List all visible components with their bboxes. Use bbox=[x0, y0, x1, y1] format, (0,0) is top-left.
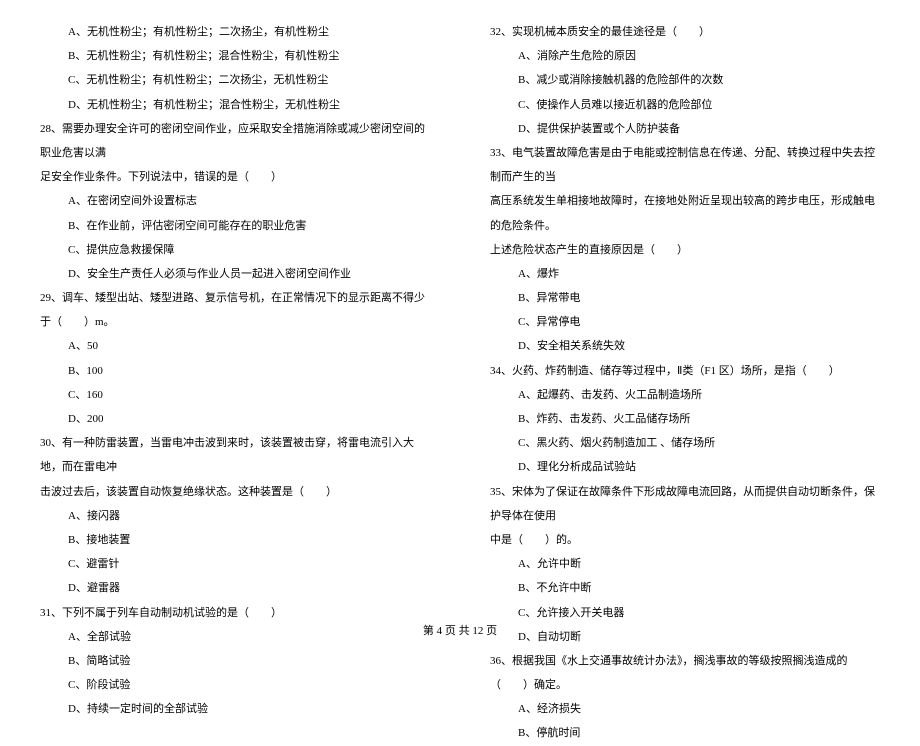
right-column: 32、实现机械本质安全的最佳途径是（ ）A、消除产生危险的原因B、减少或消除接触… bbox=[490, 20, 880, 600]
question-line: 32、实现机械本质安全的最佳途径是（ ） bbox=[490, 20, 880, 44]
answer-option: B、在作业前，评估密闭空间可能存在的职业危害 bbox=[40, 214, 430, 238]
answer-option: C、160 bbox=[40, 383, 430, 407]
answer-option: A、50 bbox=[40, 334, 430, 358]
answer-option: A、经济损失 bbox=[490, 697, 880, 721]
answer-option: C、黑火药、烟火药制造加工 、储存场所 bbox=[490, 431, 880, 455]
page-footer: 第 4 页 共 12 页 bbox=[0, 622, 920, 638]
question-line: 击波过去后，该装置自动恢复绝缘状态。这种装置是（ ） bbox=[40, 480, 430, 504]
answer-option: A、无机性粉尘；有机性粉尘；二次扬尘，有机性粉尘 bbox=[40, 20, 430, 44]
question-line: 30、有一种防雷装置，当雷电冲击波到来时，该装置被击穿，将雷电流引入大地，而在雷… bbox=[40, 431, 430, 479]
answer-option: B、停航时间 bbox=[490, 721, 880, 745]
answer-option: A、允许中断 bbox=[490, 552, 880, 576]
question-line: 34、火药、炸药制造、储存等过程中，Ⅱ类（F1 区）场所，是指（ ） bbox=[490, 359, 880, 383]
answer-option: B、简略试验 bbox=[40, 649, 430, 673]
answer-option: A、爆炸 bbox=[490, 262, 880, 286]
answer-option: C、使操作人员难以接近机器的危险部位 bbox=[490, 93, 880, 117]
question-line: 28、需要办理安全许可的密闭空间作业，应采取安全措施消除或减少密闭空间的职业危害… bbox=[40, 117, 430, 165]
answer-option: A、在密闭空间外设置标志 bbox=[40, 189, 430, 213]
answer-option: B、异常带电 bbox=[490, 286, 880, 310]
answer-option: D、安全生产责任人必须与作业人员一起进入密闭空间作业 bbox=[40, 262, 430, 286]
question-line: 高压系统发生单相接地故障时，在接地处附近呈现出较高的跨步电压，形成触电的危险条件… bbox=[490, 189, 880, 237]
answer-option: C、避雷针 bbox=[40, 552, 430, 576]
answer-option: D、200 bbox=[40, 407, 430, 431]
answer-option: D、提供保护装置或个人防护装备 bbox=[490, 117, 880, 141]
question-line: 足安全作业条件。下列说法中，错误的是（ ） bbox=[40, 165, 430, 189]
page-content: A、无机性粉尘；有机性粉尘；二次扬尘，有机性粉尘B、无机性粉尘；有机性粉尘；混合… bbox=[40, 20, 880, 600]
answer-option: B、不允许中断 bbox=[490, 576, 880, 600]
left-column: A、无机性粉尘；有机性粉尘；二次扬尘，有机性粉尘B、无机性粉尘；有机性粉尘；混合… bbox=[40, 20, 430, 600]
answer-option: C、提供应急救援保障 bbox=[40, 238, 430, 262]
answer-option: D、理化分析成品试验站 bbox=[490, 455, 880, 479]
question-line: 29、调车、矮型出站、矮型进路、复示信号机，在正常情况下的显示距离不得少于（ ）… bbox=[40, 286, 430, 334]
question-line: 33、电气装置故障危害是由于电能或控制信息在传递、分配、转换过程中失去控制而产生… bbox=[490, 141, 880, 189]
answer-option: B、无机性粉尘；有机性粉尘；混合性粉尘，有机性粉尘 bbox=[40, 44, 430, 68]
answer-option: A、接闪器 bbox=[40, 504, 430, 528]
answer-option: D、安全相关系统失效 bbox=[490, 334, 880, 358]
answer-option: C、阶段试验 bbox=[40, 673, 430, 697]
answer-option: A、起爆药、击发药、火工品制造场所 bbox=[490, 383, 880, 407]
question-line: 35、宋体为了保证在故障条件下形成故障电流回路，从而提供自动切断条件，保护导体在… bbox=[490, 480, 880, 528]
answer-option: D、避雷器 bbox=[40, 576, 430, 600]
answer-option: B、100 bbox=[40, 359, 430, 383]
answer-option: D、无机性粉尘；有机性粉尘；混合性粉尘，无机性粉尘 bbox=[40, 93, 430, 117]
answer-option: A、消除产生危险的原因 bbox=[490, 44, 880, 68]
answer-option: B、炸药、击发药、火工品储存场所 bbox=[490, 407, 880, 431]
answer-option: B、减少或消除接触机器的危险部件的次数 bbox=[490, 68, 880, 92]
answer-option: C、无机性粉尘；有机性粉尘；二次扬尘，无机性粉尘 bbox=[40, 68, 430, 92]
question-line: 上述危险状态产生的直接原因是（ ） bbox=[490, 238, 880, 262]
question-line: 中是（ ）的。 bbox=[490, 528, 880, 552]
question-line: 36、根据我国《水上交通事故统计办法》，搁浅事故的等级按照搁浅造成的（ ）确定。 bbox=[490, 649, 880, 697]
answer-option: D、持续一定时间的全部试验 bbox=[40, 697, 430, 721]
answer-option: C、异常停电 bbox=[490, 310, 880, 334]
answer-option: B、接地装置 bbox=[40, 528, 430, 552]
